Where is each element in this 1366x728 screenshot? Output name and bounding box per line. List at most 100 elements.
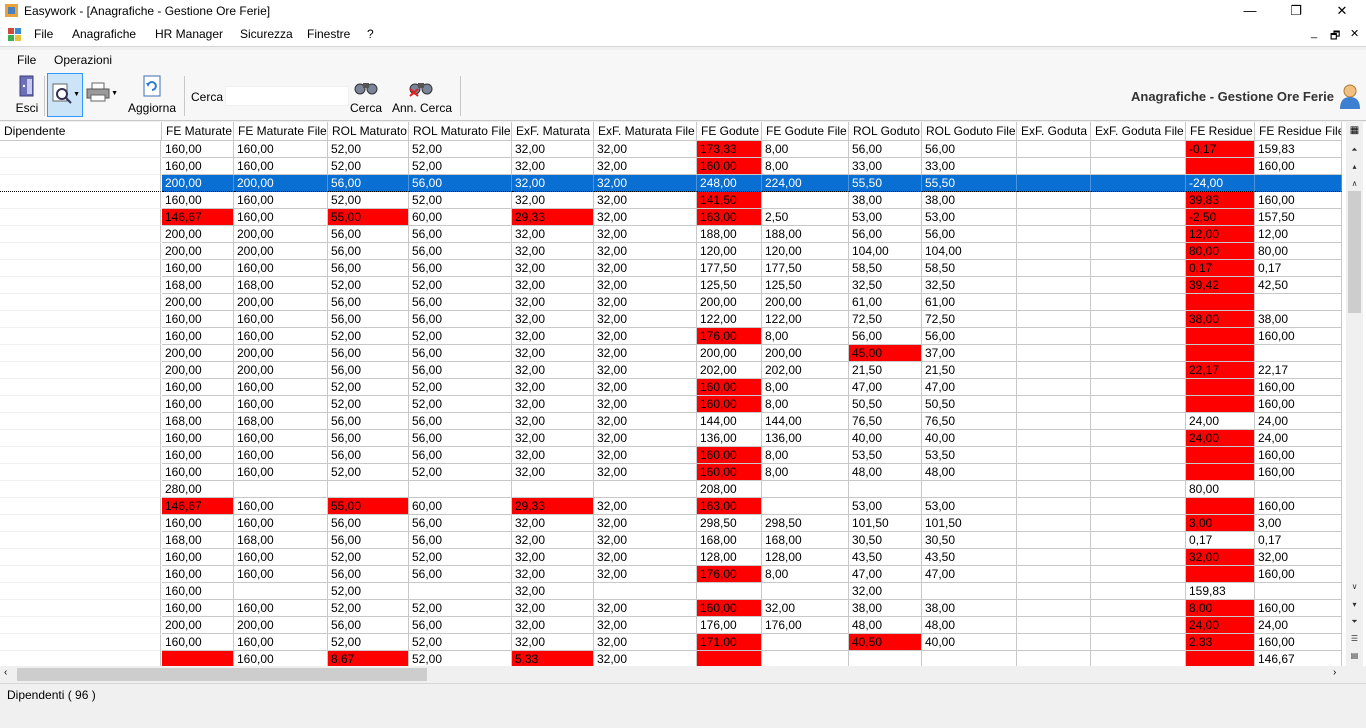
table-cell[interactable] [1091,600,1186,617]
table-cell[interactable]: 144,00 [762,413,849,430]
table-cell[interactable]: 160,00 [697,158,762,175]
table-cell[interactable] [409,481,512,498]
table-cell[interactable]: 56,00 [328,345,409,362]
table-cell[interactable]: 32,00 [512,583,594,600]
mdi-minimize-button[interactable]: _ [1311,27,1317,39]
table-cell[interactable]: 32,00 [594,158,697,175]
table-cell[interactable] [1017,379,1091,396]
table-cell[interactable]: 200,00 [234,294,328,311]
table-cell[interactable]: 0,17 [1186,260,1255,277]
table-cell[interactable]: 32,00 [594,600,697,617]
table-cell[interactable]: 168,00 [697,532,762,549]
table-cell[interactable]: 32,00 [594,532,697,549]
table-cell[interactable]: 32,00 [594,617,697,634]
table-cell[interactable] [234,481,328,498]
employee-cell[interactable] [0,362,161,379]
table-cell[interactable] [1091,209,1186,226]
table-cell[interactable]: 48,00 [922,464,1017,481]
table-cell[interactable]: 32,00 [512,396,594,413]
table-cell[interactable]: 56,00 [922,226,1017,243]
table-cell[interactable]: 8,00 [762,379,849,396]
table-cell[interactable] [1091,226,1186,243]
table-cell[interactable]: 52,00 [409,328,512,345]
table-cell[interactable] [1017,345,1091,362]
employee-cell[interactable] [0,413,161,430]
table-cell[interactable] [1186,498,1255,515]
table-cell[interactable] [1091,532,1186,549]
table-cell[interactable]: 144,00 [697,413,762,430]
employee-cell[interactable] [0,277,161,294]
restore-button[interactable]: ❐ [1273,0,1319,23]
employee-cell[interactable] [0,430,161,447]
table-cell[interactable]: 32,00 [512,464,594,481]
table-cell[interactable]: 160,00 [162,141,234,158]
table-cell[interactable]: 8,00 [762,396,849,413]
exit-button[interactable]: Esci [10,73,44,117]
table-cell[interactable] [1017,430,1091,447]
table-cell[interactable]: 55,50 [849,175,922,192]
table-cell[interactable]: 200,00 [162,294,234,311]
table-cell[interactable]: 200,00 [697,345,762,362]
child-menu-file[interactable]: File [17,53,36,67]
table-cell[interactable]: 32,00 [594,328,697,345]
table-cell[interactable] [1017,294,1091,311]
table-cell[interactable]: 32,00 [512,277,594,294]
table-cell[interactable]: 160,00 [697,464,762,481]
employee-cell[interactable] [0,379,161,396]
table-cell[interactable]: 56,00 [849,328,922,345]
table-cell[interactable]: 55,50 [922,175,1017,192]
scroll-page-up-icon[interactable]: ▴ [1346,158,1363,175]
table-cell[interactable]: 72,50 [849,311,922,328]
employee-cell[interactable] [0,243,161,260]
table-cell[interactable]: 24,00 [1186,413,1255,430]
table-cell[interactable]: 56,00 [328,447,409,464]
table-cell[interactable]: 52,00 [409,277,512,294]
table-cell[interactable]: 101,50 [849,515,922,532]
table-cell[interactable]: 248,00 [697,175,762,192]
table-cell[interactable]: 8,00 [762,464,849,481]
table-cell[interactable]: 32,00 [594,226,697,243]
table-cell[interactable]: 58,50 [849,260,922,277]
table-cell[interactable]: 8,00 [1186,600,1255,617]
table-cell[interactable]: 160,00 [697,379,762,396]
table-cell[interactable] [594,481,697,498]
table-cell[interactable]: 32,00 [594,260,697,277]
table-cell[interactable] [762,583,849,600]
column-header[interactable]: FE Residue File [1255,122,1342,141]
table-cell[interactable]: 160,00 [234,141,328,158]
table-cell[interactable] [1091,515,1186,532]
table-cell[interactable]: 160,00 [234,379,328,396]
table-cell[interactable]: 125,50 [697,277,762,294]
table-cell[interactable]: 2,50 [762,209,849,226]
table-cell[interactable]: 208,00 [697,481,762,498]
table-cell[interactable]: 56,00 [409,294,512,311]
table-cell[interactable]: 0,17 [1186,532,1255,549]
table-cell[interactable] [1091,583,1186,600]
table-cell[interactable]: 56,00 [409,345,512,362]
table-cell[interactable]: 32,00 [512,600,594,617]
table-cell[interactable]: 160,00 [162,192,234,209]
table-cell[interactable]: 8,00 [762,141,849,158]
table-cell[interactable]: 61,00 [849,294,922,311]
table-cell[interactable]: 56,00 [409,617,512,634]
table-cell[interactable] [512,481,594,498]
table-cell[interactable]: 8,67 [328,651,409,666]
table-cell[interactable]: 125,50 [762,277,849,294]
table-cell[interactable] [1091,413,1186,430]
table-cell[interactable]: 80,00 [1186,481,1255,498]
column-header[interactable]: ROL Goduto File [922,122,1017,141]
table-cell[interactable]: 58,50 [922,260,1017,277]
table-cell[interactable]: 22,17 [1255,362,1342,379]
table-cell[interactable]: 56,00 [409,243,512,260]
table-cell[interactable]: 122,00 [697,311,762,328]
table-cell[interactable]: 32,00 [594,515,697,532]
employee-cell[interactable] [0,600,161,617]
table-cell[interactable] [1091,328,1186,345]
table-cell[interactable]: 32,00 [512,311,594,328]
table-cell[interactable]: 21,50 [849,362,922,379]
table-cell[interactable]: 176,00 [697,328,762,345]
table-cell[interactable] [1091,277,1186,294]
table-cell[interactable] [1091,192,1186,209]
column-header[interactable]: FE Residue [1186,122,1255,141]
table-cell[interactable]: 32,50 [922,277,1017,294]
